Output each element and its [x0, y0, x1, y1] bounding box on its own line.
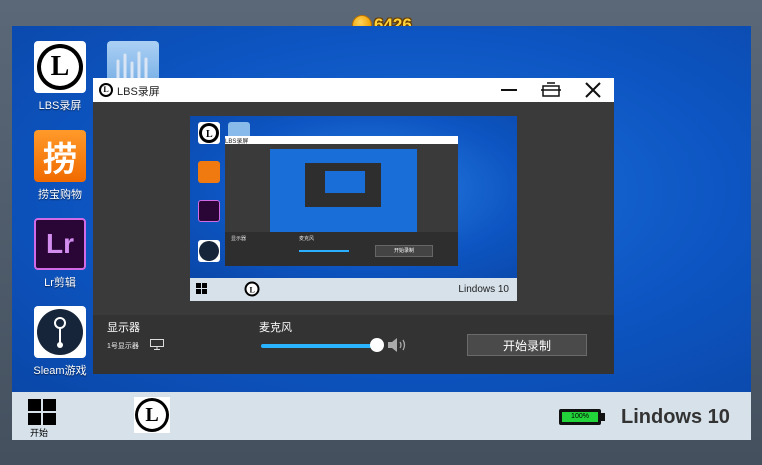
desktop-icon-lr[interactable]: Lr Lr剪辑: [29, 218, 91, 290]
preview-taskbar: L Lindows 10: [190, 278, 517, 301]
display-label: 显示器: [107, 322, 140, 334]
preview-start-icon: [196, 283, 207, 294]
display-value[interactable]: 1号显示器: [107, 341, 139, 351]
mic-volume-slider[interactable]: [261, 344, 377, 348]
battery-percent: 100%: [571, 413, 589, 420]
close-icon: [585, 82, 601, 98]
lbs-recorder-window: L LBS录屏 L LBS录屏 显示器 麦克风 开始录制 L Lindows 1…: [93, 78, 614, 374]
sleam-icon: [34, 306, 86, 358]
laobao-icon: 捞: [34, 130, 86, 182]
preview-desktop: L LBS录屏 显示器 麦克风 开始录制: [190, 116, 517, 278]
battery-icon: 100%: [559, 409, 601, 425]
speaker-icon[interactable]: [387, 337, 409, 353]
monitor-icon: [150, 339, 164, 350]
start-record-button[interactable]: 开始录制: [467, 334, 587, 356]
mic-volume-knob[interactable]: [370, 338, 384, 352]
preview-laobao-icon: [198, 161, 220, 183]
desktop-icon-sleam[interactable]: Sleam游戏: [29, 306, 91, 378]
svg-text:L: L: [206, 129, 213, 140]
preview-slider: [299, 250, 349, 252]
preview-lr-icon: [198, 200, 220, 222]
preview-window: LBS录屏 显示器 麦克风 开始录制: [225, 136, 458, 266]
preview-lbs-taskbar-icon: L: [244, 281, 260, 297]
taskbar-lbs-icon[interactable]: L: [134, 397, 170, 433]
mic-label: 麦克风: [259, 322, 292, 334]
preview-os-name: Lindows 10: [458, 284, 509, 295]
desktop-icon-label: Sleam游戏: [33, 365, 87, 377]
lbs-icon: L: [34, 41, 86, 93]
svg-text:L: L: [250, 286, 255, 295]
desktop-icon-label: LBS录屏: [38, 100, 82, 112]
minimize-icon: [501, 89, 517, 91]
desktop-icon-laobao[interactable]: 捞 捞宝购物: [29, 130, 91, 202]
window-title: LBS录屏: [117, 86, 160, 98]
preview-record-button: 开始录制: [375, 245, 433, 257]
desktop-icon-label: 捞宝购物: [38, 189, 82, 201]
restore-button[interactable]: [530, 78, 572, 102]
window-titlebar[interactable]: L LBS录屏: [93, 78, 614, 102]
preview-nested-screen: [270, 149, 417, 233]
restore-icon: [541, 82, 561, 97]
preview-sleam-icon: [198, 240, 220, 262]
close-button[interactable]: [572, 78, 614, 102]
desktop-icon-lbs[interactable]: L LBS录屏: [29, 41, 91, 113]
battery-cap: [601, 413, 605, 421]
app-icon: L: [99, 83, 113, 97]
screen-preview: L LBS录屏 显示器 麦克风 开始录制 L Lindows 10: [190, 116, 517, 301]
preview-window-title: LBS录屏: [225, 136, 458, 145]
minimize-button[interactable]: [488, 78, 530, 102]
os-name: Lindows 10: [621, 406, 730, 428]
preview-lbs-icon: L: [198, 122, 220, 144]
lr-icon: Lr: [34, 218, 86, 270]
start-label[interactable]: 开始: [30, 426, 48, 439]
start-icon[interactable]: [28, 399, 56, 425]
desktop-icon-label: Lr剪辑: [44, 277, 76, 289]
